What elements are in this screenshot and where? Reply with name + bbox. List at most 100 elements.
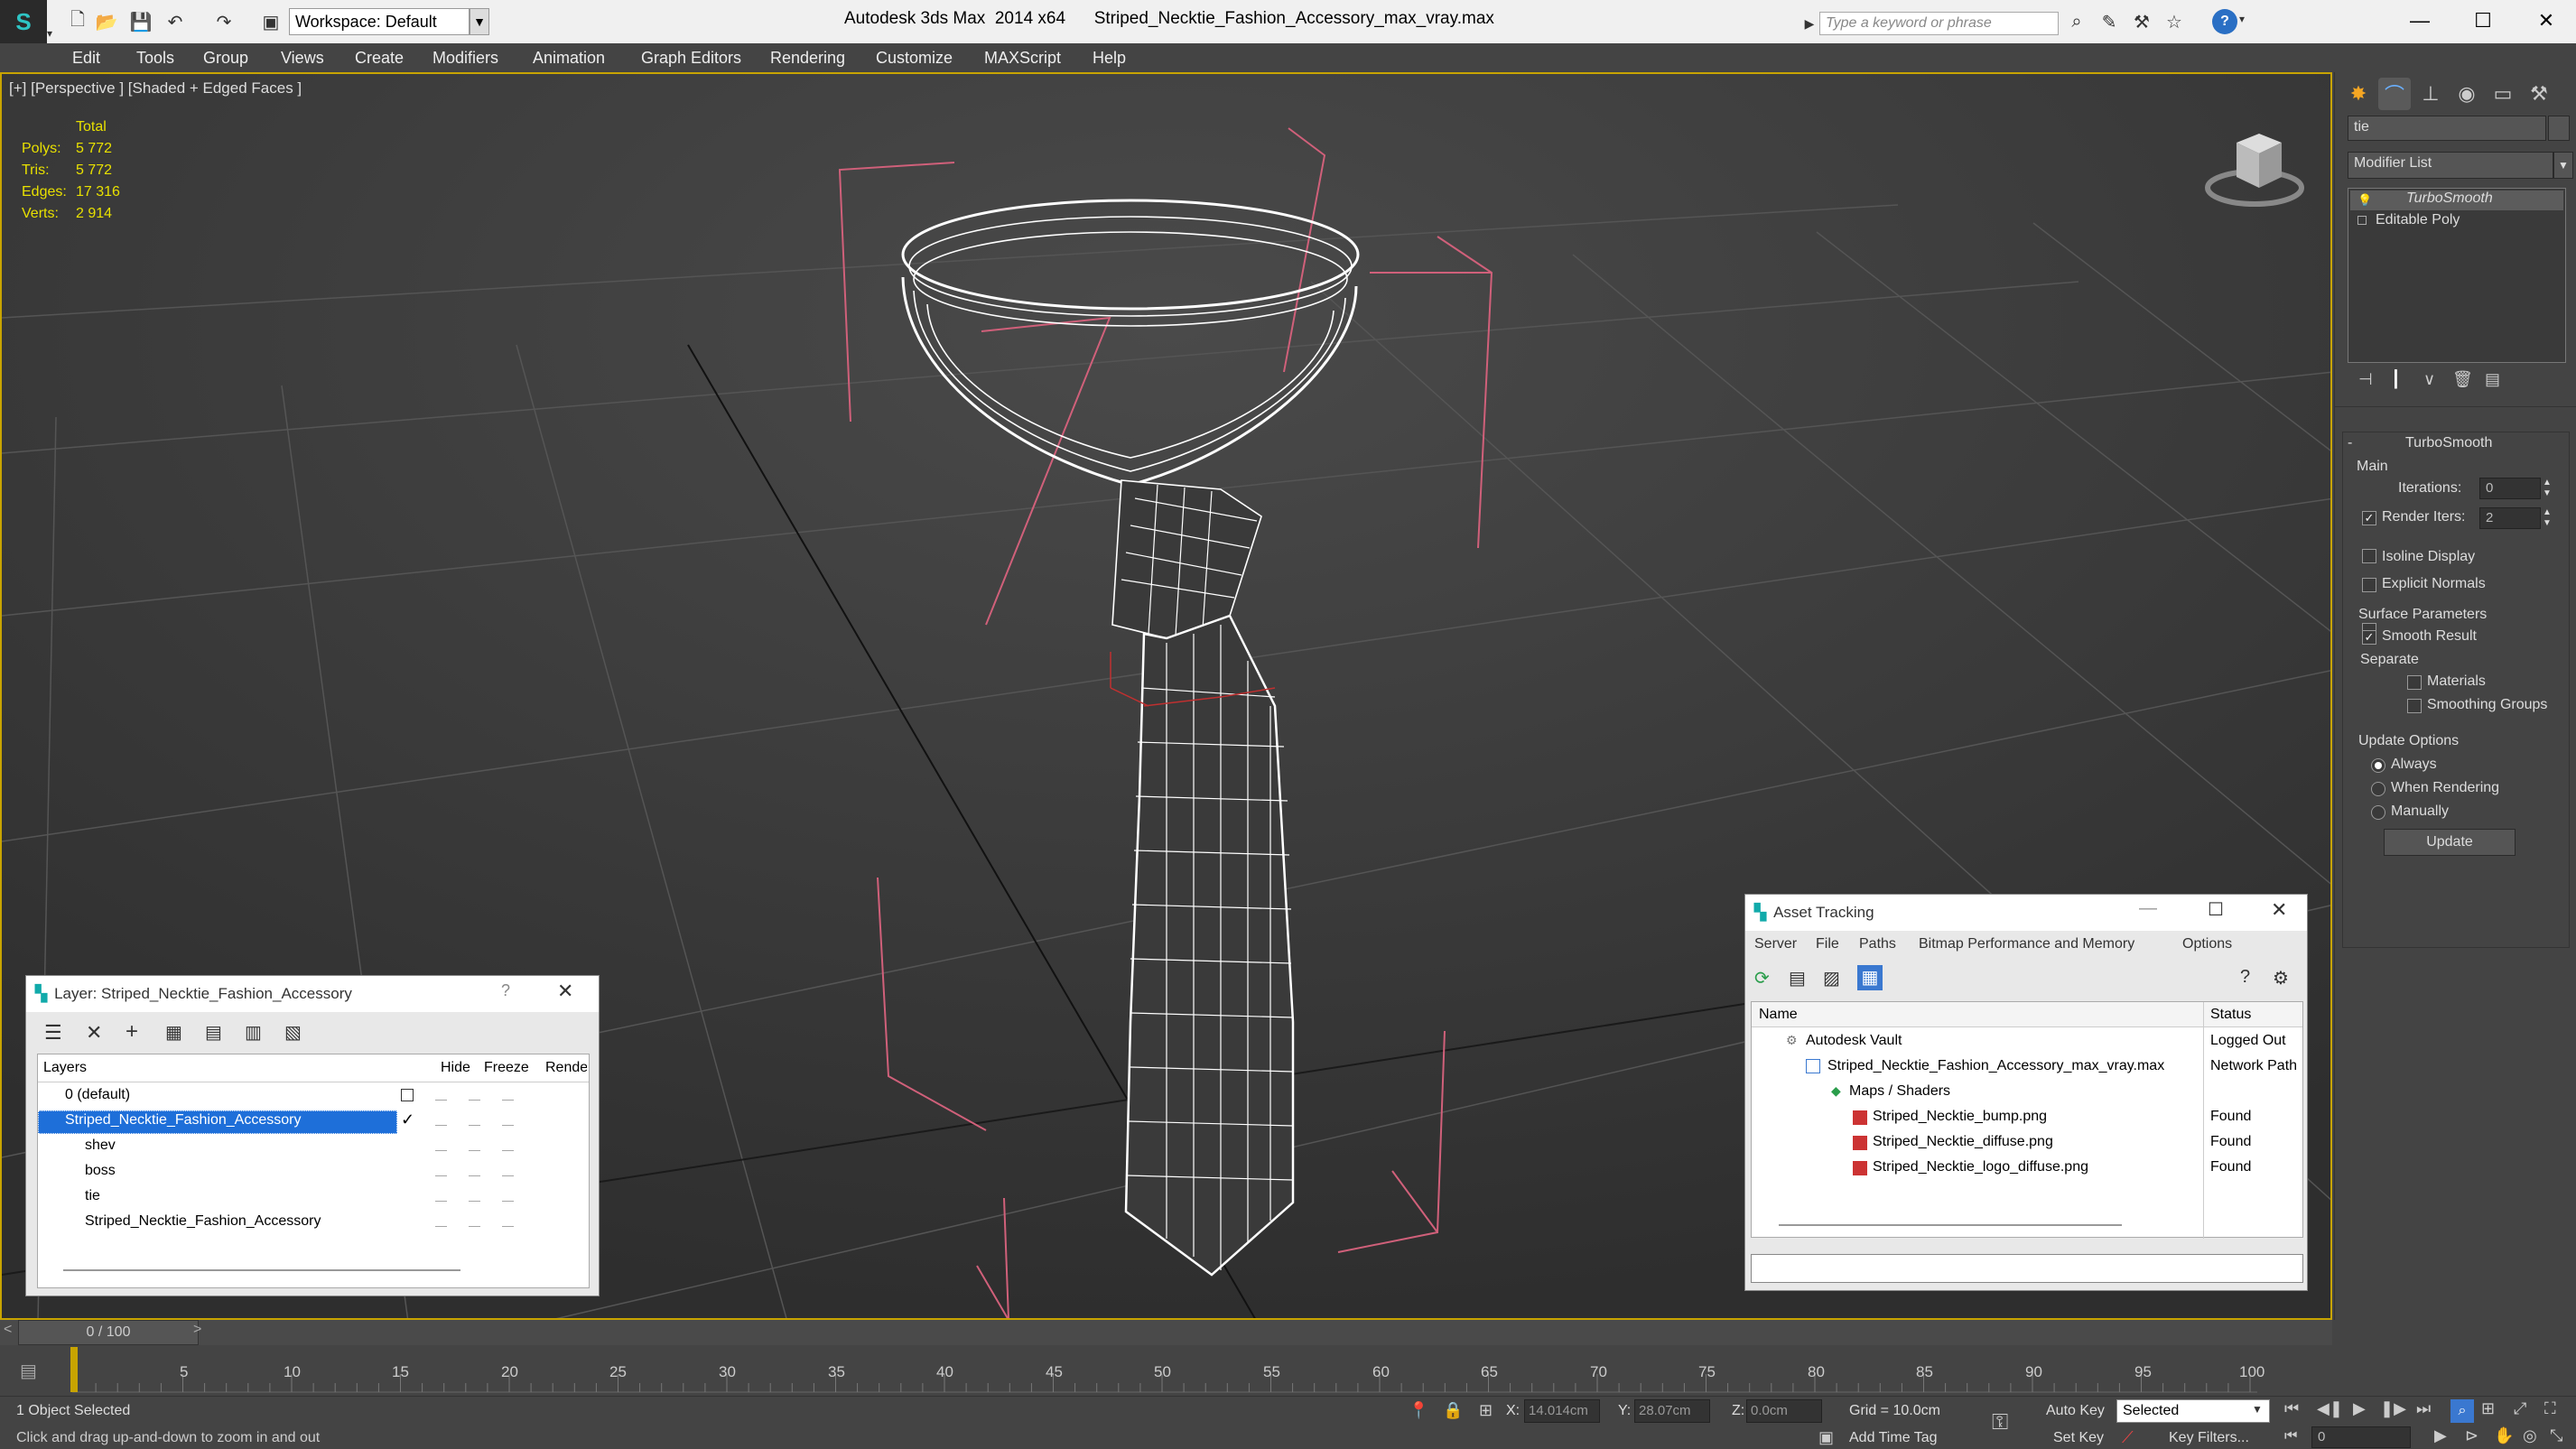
stack-item-editable-poly[interactable]: Editable Poly [2376,212,2460,228]
smooth-result-checkbox[interactable]: ✓ [2362,630,2376,645]
viewcube-icon[interactable] [2196,117,2313,217]
render-iters-spinner-arrows-icon[interactable]: ▲ ▼ [2543,507,2552,529]
key-mode-icon[interactable]: ⟋ [2122,1428,2134,1447]
save-file-icon[interactable]: 💾 [128,9,153,34]
zoom-icon[interactable]: ⌕ [2450,1399,2474,1423]
asset-close-button[interactable]: ✕ [2271,898,2287,922]
object-row-tie[interactable]: tie [85,1188,100,1204]
layer-help-button[interactable]: ? [501,981,510,1000]
x-coordinate-field[interactable]: 14.014cm [1524,1399,1600,1423]
asset-help-icon[interactable]: ? [2240,967,2250,988]
col-freeze[interactable]: Freeze [484,1060,529,1076]
maximize-button[interactable]: ☐ [2456,4,2510,38]
asset-menu-options[interactable]: Options [2182,936,2232,952]
hierarchy-tab-icon[interactable]: ⊥ [2414,78,2447,110]
materials-checkbox[interactable] [2407,675,2422,690]
y-coordinate-field[interactable]: 28.07cm [1634,1399,1710,1423]
isoline-checkbox[interactable] [2362,549,2376,563]
modify-tab-icon[interactable]: ⌒ [2378,78,2411,110]
subscription-icon[interactable]: ✎ [2097,9,2122,34]
iterations-spinner-arrows-icon[interactable]: ▲ ▼ [2543,478,2552,499]
z-coordinate-field[interactable]: 0.0cm [1746,1399,1822,1423]
update-button[interactable]: Update [2384,829,2516,856]
new-file-icon[interactable]: 🗋 [65,9,90,34]
minimize-button[interactable]: — [2393,4,2447,38]
layer-close-button[interactable]: ✕ [557,980,573,1003]
communication-icon[interactable]: ⚒ [2129,9,2154,34]
render-iters-checkbox[interactable]: ✓ [2362,511,2376,525]
asset-row-bump[interactable]: Striped_Necktie_bump.png [1873,1109,2047,1125]
asset-row-maxfile[interactable]: Striped_Necktie_Fashion_Accessory_max_vr… [1827,1058,2164,1074]
selection-lock-icon[interactable]: 🔒 [1443,1401,1463,1420]
thumbnail-view-icon[interactable]: ▨ [1823,967,1840,989]
asset-maximize-button[interactable]: ☐ [2208,898,2224,921]
current-frame-field[interactable]: 0 [2311,1426,2411,1448]
time-tag-icon[interactable]: ▣ [1818,1428,1834,1447]
next-frame-icon[interactable]: ❚▶ [2380,1399,2406,1418]
redo-icon[interactable]: ↷ [211,9,237,34]
favorites-star-icon[interactable]: ☆ [2162,9,2187,34]
close-button[interactable]: ✕ [2519,4,2573,38]
utilities-tab-icon[interactable]: ⚒ [2523,78,2555,110]
modifier-list-dropdown[interactable]: Modifier List [2348,152,2553,179]
undo-icon[interactable]: ↶ [163,9,188,34]
previous-frame-icon[interactable]: ◀❚ [2317,1399,2343,1418]
stack-item-turbosmooth[interactable]: TurboSmooth [2350,190,2563,210]
col-render[interactable]: Rende [545,1060,587,1076]
current-layer-checkbox[interactable] [401,1089,414,1101]
hide-all-layers-icon[interactable]: ▥ [245,1021,262,1044]
time-slider-prev-icon[interactable]: < [4,1322,12,1338]
key-selection-arrow-icon[interactable]: ▼ [2252,1403,2263,1416]
time-slider-thumb[interactable]: 0 / 100 [18,1320,199,1345]
make-unique-icon[interactable]: ∨ [2423,370,2435,389]
isolate-selection-icon[interactable]: 📍 [1409,1401,1428,1420]
search-expand-icon[interactable]: ▶ [1801,12,1818,35]
object-row-shev[interactable]: shev [85,1138,116,1154]
auto-key-button[interactable]: Auto Key [2046,1403,2105,1419]
project-folder-icon[interactable]: ▣ [258,9,284,34]
select-objects-icon[interactable]: ▦ [165,1021,182,1044]
col-name[interactable]: Name [1759,1007,1798,1023]
binoculars-icon[interactable]: ⌕ [2064,9,2089,34]
refresh-icon[interactable]: ⟳ [1754,967,1770,989]
always-radio[interactable] [2371,758,2385,773]
menu-group[interactable]: Group [203,43,248,72]
smoothing-groups-checkbox[interactable] [2407,699,2422,713]
iterations-spinner[interactable]: 0 [2479,478,2541,499]
asset-minimize-button[interactable]: — [2139,898,2157,919]
stack-expand-icon[interactable] [2357,216,2367,225]
menu-create[interactable]: Create [355,43,404,72]
go-to-end-icon[interactable]: ⏭ [2416,1399,2431,1418]
set-key-button[interactable]: Set Key [2053,1430,2104,1446]
add-to-layer-icon[interactable]: + [126,1019,138,1045]
help-dropdown-icon[interactable]: ▾ [2239,13,2245,25]
col-status[interactable]: Status [2210,1007,2251,1023]
menu-maxscript[interactable]: MAXScript [984,43,1061,72]
field-of-view-icon[interactable]: ⊳ [2465,1426,2478,1445]
workspace-dropdown-arrow-icon[interactable]: ▼ [470,8,489,35]
rollout-collapse-icon[interactable]: - [2348,435,2352,451]
col-layers[interactable]: Layers [43,1060,87,1076]
asset-menu-paths[interactable]: Paths [1859,936,1896,952]
asset-menu-bitmap[interactable]: Bitmap Performance and Memory [1919,936,2134,952]
highlight-layer-icon[interactable]: ▤ [205,1021,222,1044]
zoom-all-icon[interactable]: ⊞ [2481,1399,2495,1418]
asset-scrollbar[interactable] [1779,1224,2122,1226]
app-menu-arrow-icon[interactable]: ▾ [47,27,52,40]
time-slider-track[interactable] [0,1320,2332,1345]
asset-row-vault[interactable]: Autodesk Vault [1806,1033,1902,1049]
display-tab-icon[interactable]: ▭ [2487,78,2519,110]
object-row-boss[interactable]: boss [85,1163,116,1179]
motion-tab-icon[interactable]: ◉ [2450,78,2483,110]
show-end-result-icon[interactable]: ┃ [2391,370,2401,389]
zoom-extents-icon[interactable]: ⤢ [2514,1399,2526,1418]
add-time-tag[interactable]: Add Time Tag [1849,1430,1938,1446]
menu-customize[interactable]: Customize [876,43,953,72]
maximize-viewport-icon[interactable]: ⛶ [2544,1399,2556,1418]
explicit-normals-checkbox[interactable] [2362,578,2376,592]
layer-toggle-columns[interactable]: ——— ——— ——— ——— ——— ——— [435,1087,580,1240]
asset-path-field[interactable] [1751,1254,2303,1283]
table-view-icon[interactable]: ▦ [1857,965,1883,990]
asset-menu-file[interactable]: File [1816,936,1839,952]
viewport-label-menu[interactable]: [+] [Perspective ] [Shaded + Edged Faces… [9,79,302,98]
